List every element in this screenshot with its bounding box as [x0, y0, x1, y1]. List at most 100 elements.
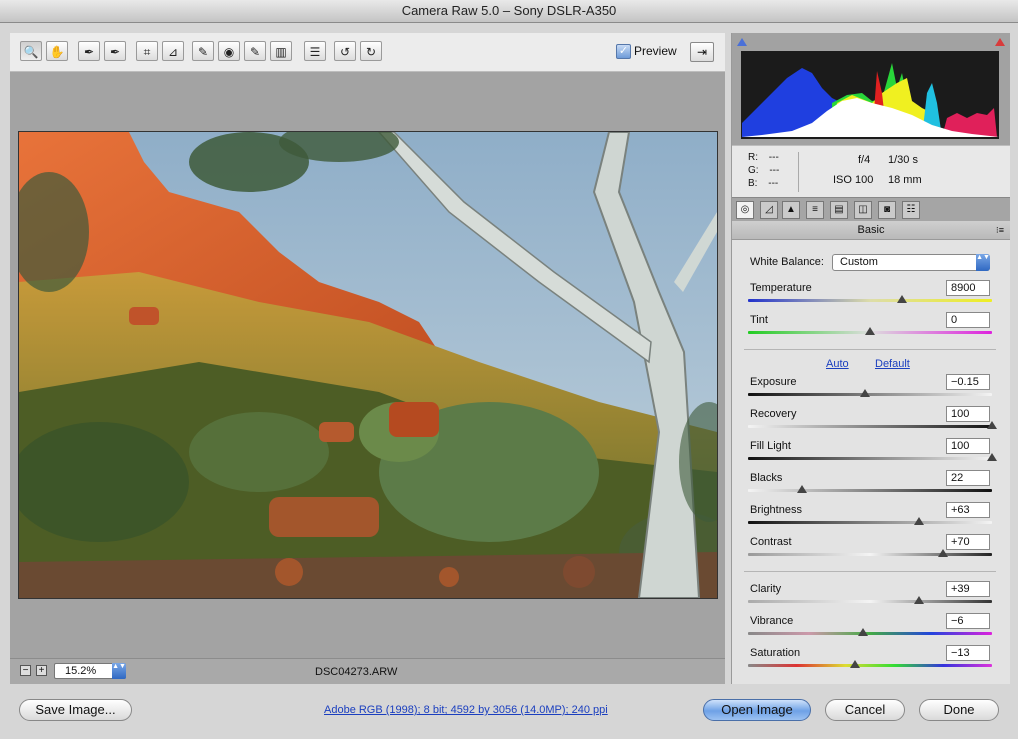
recovery-track[interactable]: [748, 425, 992, 428]
cancel-button[interactable]: Cancel: [825, 699, 905, 721]
r-label: R:: [748, 152, 758, 163]
saturation-track[interactable]: [748, 664, 992, 667]
b-value: ---: [768, 178, 779, 189]
zoom-tool-icon[interactable]: 🔍: [20, 41, 42, 61]
blacks-track[interactable]: [748, 489, 992, 492]
tab-camera-calibration-icon[interactable]: ◙: [878, 201, 896, 219]
section-divider: [744, 571, 996, 572]
graduated-filter-icon[interactable]: ▥: [270, 41, 292, 61]
contrast-slider[interactable]: [938, 549, 949, 557]
vibrance-slider[interactable]: [857, 628, 868, 636]
image-preview-area: [10, 72, 725, 658]
zoom-level-value: 15.2%: [65, 665, 97, 677]
clarity-track[interactable]: [748, 600, 992, 603]
temperature-slider[interactable]: [896, 295, 907, 303]
brightness-track[interactable]: [748, 521, 992, 524]
aperture-value: f/4: [858, 154, 871, 166]
landscape-photo: [19, 132, 717, 598]
clarity-input[interactable]: +39: [946, 581, 990, 597]
fill-light-label: Fill Light: [750, 440, 791, 452]
save-image-button[interactable]: Save Image...: [19, 699, 132, 721]
fill-light-input[interactable]: 100: [946, 438, 990, 454]
brightness-slider[interactable]: [913, 517, 924, 525]
temperature-track[interactable]: [748, 299, 992, 302]
white-balance-tool-icon[interactable]: ✒: [78, 41, 100, 61]
g-label: G:: [748, 165, 759, 176]
panel-menu-icon[interactable]: ⁝≡: [996, 221, 1004, 239]
shutter-speed-value: 1/30 s: [888, 154, 918, 166]
recovery-slider[interactable]: [987, 421, 997, 429]
straighten-tool-icon[interactable]: ⊿: [162, 41, 184, 61]
histogram-graph: [741, 51, 999, 139]
tab-tone-curve-icon[interactable]: ◿: [760, 201, 778, 219]
recovery-label: Recovery: [750, 408, 797, 420]
blacks-slider[interactable]: [796, 485, 807, 493]
workflow-options-link[interactable]: Adobe RGB (1998); 8 bit; 4592 by 3056 (1…: [324, 704, 608, 716]
section-header: Basic ⁝≡: [732, 221, 1010, 240]
status-bar: − + 15.2% ▲▼ DSC04273.ARW: [10, 658, 725, 685]
clarity-slider[interactable]: [913, 596, 924, 604]
temperature-input[interactable]: 8900: [946, 280, 990, 296]
tint-slider[interactable]: [865, 327, 875, 335]
vibrance-input[interactable]: −6: [946, 613, 990, 629]
tab-lens-corrections-icon[interactable]: ◫: [854, 201, 872, 219]
adjustment-panel: R: --- G: --- B: --- f/4 1/30 s ISO 100 …: [731, 33, 1010, 684]
default-link[interactable]: Default: [875, 358, 910, 370]
zoom-level-select[interactable]: 15.2% ▲▼: [54, 663, 126, 679]
rotate-ccw-icon[interactable]: ↺: [334, 41, 356, 61]
blacks-label: Blacks: [750, 472, 783, 484]
open-image-button[interactable]: Open Image: [703, 699, 811, 721]
white-balance-value: Custom: [840, 256, 878, 268]
done-button[interactable]: Done: [919, 699, 999, 721]
blacks-input[interactable]: 22: [946, 470, 990, 486]
color-sampler-tool-icon[interactable]: ✒: [104, 41, 126, 61]
exposure-input[interactable]: −0.15: [946, 374, 990, 390]
contrast-input[interactable]: +70: [946, 534, 990, 550]
brightness-input[interactable]: +63: [946, 502, 990, 518]
window-title: Camera Raw 5.0 – Sony DSLR-A350: [0, 0, 1018, 23]
focal-length-value: 18 mm: [888, 174, 922, 186]
tab-split-toning-icon[interactable]: ▤: [830, 201, 848, 219]
tab-basic-icon[interactable]: ◎: [736, 201, 754, 219]
auto-link[interactable]: Auto: [826, 358, 849, 370]
vibrance-track[interactable]: [748, 632, 992, 635]
panel-tabs: ◎ ◿ ▲ ≡ ▤ ◫ ◙ ☷: [732, 197, 1010, 222]
saturation-input[interactable]: −13: [946, 645, 990, 661]
fullscreen-icon[interactable]: ⇥: [690, 42, 714, 62]
recovery-input[interactable]: 100: [946, 406, 990, 422]
tab-hsl-icon[interactable]: ≡: [806, 201, 824, 219]
white-balance-label: White Balance:: [750, 256, 824, 268]
zoom-in-button[interactable]: +: [36, 665, 47, 676]
exposure-slider[interactable]: [860, 389, 871, 397]
fill-light-track[interactable]: [748, 457, 992, 460]
hand-tool-icon[interactable]: ✋: [46, 41, 68, 61]
tint-input[interactable]: 0: [946, 312, 990, 328]
rotate-cw-icon[interactable]: ↻: [360, 41, 382, 61]
contrast-track[interactable]: [748, 553, 992, 556]
red-eye-tool-icon[interactable]: ◉: [218, 41, 240, 61]
info-divider: [798, 152, 799, 192]
white-balance-select[interactable]: Custom ▲▼: [832, 254, 990, 271]
select-arrows-icon: ▲▼: [976, 254, 990, 271]
saturation-label: Saturation: [750, 647, 801, 659]
r-value: ---: [768, 152, 779, 163]
file-name: DSC04273.ARW: [315, 666, 398, 678]
tab-presets-icon[interactable]: ☷: [902, 201, 920, 219]
preferences-icon[interactable]: ☰: [304, 41, 326, 61]
section-title: Basic: [857, 224, 885, 236]
zoom-out-button[interactable]: −: [20, 665, 31, 676]
preview-checkbox[interactable]: ✓: [616, 44, 631, 59]
clarity-label: Clarity: [750, 583, 782, 595]
saturation-slider[interactable]: [850, 660, 861, 668]
brightness-label: Brightness: [750, 504, 802, 516]
tab-detail-icon[interactable]: ▲: [782, 201, 800, 219]
spot-removal-tool-icon[interactable]: ✎: [192, 41, 214, 61]
fill-light-slider[interactable]: [987, 453, 997, 461]
adjustment-brush-icon[interactable]: ✎: [244, 41, 266, 61]
crop-tool-icon[interactable]: ⌗: [136, 41, 158, 61]
vibrance-label: Vibrance: [750, 615, 794, 627]
photo-preview[interactable]: [18, 131, 718, 599]
select-arrows-icon: ▲▼: [112, 663, 126, 679]
iso-value: ISO 100: [833, 174, 874, 186]
tint-label: Tint: [750, 314, 768, 326]
